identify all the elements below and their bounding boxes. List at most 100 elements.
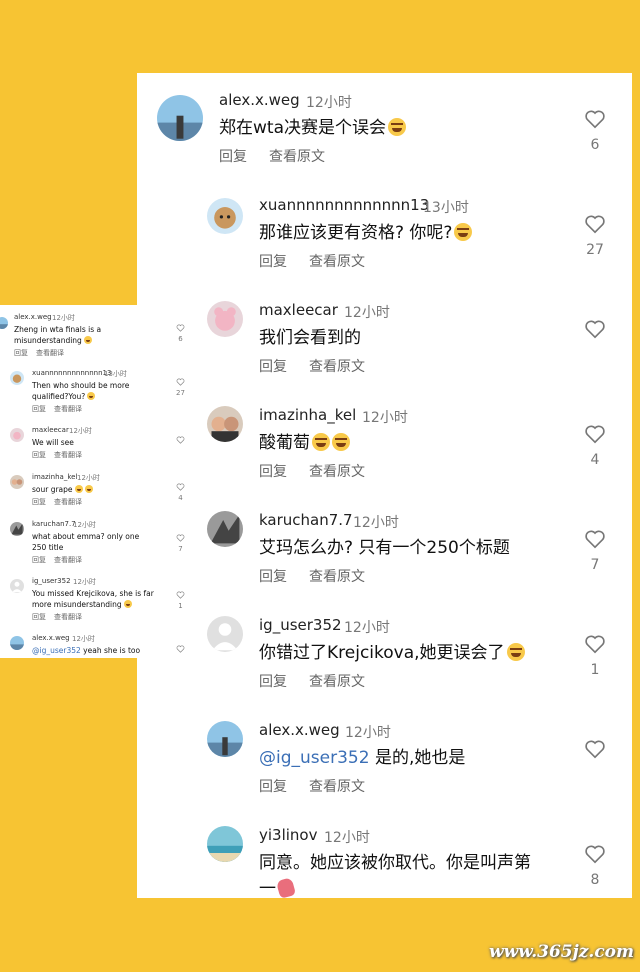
like-count: 4 — [178, 494, 183, 502]
comment-username[interactable]: maxleecar — [32, 426, 69, 434]
view-original-button[interactable]: 查看原文 — [309, 776, 365, 796]
avatar[interactable] — [207, 198, 243, 234]
reply-button[interactable]: 回复 — [219, 146, 247, 166]
heart-icon[interactable] — [584, 109, 606, 129]
nail-polish-emoji-icon — [275, 877, 297, 899]
view-original-button[interactable]: 查看原文 — [309, 461, 365, 481]
comment-text: 郑在wta决赛是个误会 — [219, 115, 406, 141]
view-original-button[interactable]: 查看原文 — [309, 671, 365, 691]
avatar[interactable] — [10, 522, 24, 536]
comment-time: 12小时 — [73, 521, 96, 529]
reply-button[interactable]: 回复 — [32, 555, 46, 565]
comment-username[interactable]: xuannnnnnnnnnnnn13 — [259, 196, 429, 214]
heart-icon[interactable] — [584, 319, 606, 339]
heart-icon[interactable] — [176, 645, 185, 653]
heart-icon[interactable] — [584, 214, 606, 234]
reply-button[interactable]: 回复 — [259, 251, 287, 271]
view-original-button[interactable]: 查看原文 — [269, 146, 325, 166]
translate-button[interactable]: 查看翻译 — [54, 450, 82, 460]
comment-time: 12小时 — [73, 578, 96, 586]
comment-text: @ig_user352 是的,她也是 — [259, 748, 466, 768]
reply-button[interactable]: 回复 — [14, 348, 28, 358]
avatar[interactable] — [207, 721, 243, 757]
rolling-laughing-emoji-icon — [454, 223, 473, 241]
comment-username[interactable]: alex.x.weg — [219, 91, 300, 109]
avatar[interactable] — [157, 95, 203, 141]
mention-link[interactable]: @ig_user352 — [32, 646, 81, 655]
comment-username[interactable]: ig_user352 — [259, 616, 342, 634]
reply-button[interactable]: 回复 — [32, 497, 46, 507]
comment-item: xuannnnnnnnnnnnn13 13小时 Then who should … — [0, 363, 192, 415]
translate-button[interactable]: 查看翻译 — [54, 404, 82, 414]
comment-username[interactable]: imazinha_kel — [259, 406, 356, 424]
reply-button[interactable]: 回复 — [259, 356, 287, 376]
translate-button[interactable]: 查看翻译 — [54, 497, 82, 507]
view-original-button[interactable]: 查看原文 — [309, 566, 365, 586]
like-count: 7 — [178, 545, 183, 553]
view-original-button[interactable]: 查看原文 — [309, 356, 365, 376]
avatar[interactable] — [207, 406, 243, 442]
avatar[interactable] — [10, 579, 24, 593]
mention-link[interactable]: @ig_user352 — [259, 748, 370, 768]
translate-button[interactable]: 查看翻译 — [36, 348, 64, 358]
heart-icon[interactable] — [584, 529, 606, 549]
reply-button[interactable]: 回复 — [32, 612, 46, 622]
avatar[interactable] — [10, 428, 24, 442]
avatar[interactable] — [207, 616, 243, 652]
comment-item: xuannnnnnnnnnnnn13 13小时 那谁应该更有资格? 你呢? 回复… — [137, 178, 632, 283]
comment-username[interactable]: yi3linov — [259, 826, 317, 844]
comment-text: 我们会看到的 — [259, 328, 361, 348]
comment-time: 12小时 — [344, 305, 390, 321]
comment-time: 12小时 — [362, 410, 408, 426]
comment-time: 13小时 — [423, 200, 469, 216]
heart-icon[interactable] — [176, 534, 185, 542]
comment-item: yi3linov 12小时 同意。她应该被你取代。你是叫声第一 8 — [137, 808, 632, 899]
heart-icon[interactable] — [176, 483, 185, 491]
comment-item: imazinha_kel 12小时 sour grape 回复 查看翻译 4 — [0, 467, 192, 513]
comment-time: 12小时 — [306, 95, 352, 111]
comment-username[interactable]: karuchan7.7 — [32, 520, 76, 528]
original-screenshot-panel: alex.x.weg 12小时 Zheng in wta finals is a… — [0, 305, 192, 658]
reply-button[interactable]: 回复 — [259, 671, 287, 691]
view-original-button[interactable]: 查看原文 — [309, 251, 365, 271]
heart-icon[interactable] — [176, 591, 185, 599]
heart-icon[interactable] — [584, 424, 606, 444]
reply-button[interactable]: 回复 — [32, 450, 46, 460]
heart-icon[interactable] — [584, 844, 606, 864]
like-count: 27 — [586, 242, 604, 258]
reply-button[interactable]: 回复 — [259, 776, 287, 796]
heart-icon[interactable] — [584, 739, 606, 759]
avatar[interactable] — [207, 511, 243, 547]
avatar[interactable] — [10, 475, 24, 489]
heart-icon[interactable] — [176, 324, 185, 332]
comment-username[interactable]: karuchan7.7 — [259, 511, 353, 529]
comment-text: We will see — [32, 438, 74, 447]
comment-time: 12小时 — [72, 635, 95, 643]
reply-button[interactable]: 回复 — [259, 566, 287, 586]
avatar[interactable] — [10, 371, 24, 385]
comment-text: 同意。她应该被你取代。你是叫声第一 — [259, 853, 531, 899]
watermark: www.365jz.com — [489, 942, 634, 962]
comment-username[interactable]: alex.x.weg — [259, 721, 340, 739]
avatar[interactable] — [207, 826, 243, 862]
heart-icon[interactable] — [584, 634, 606, 654]
comment-item: alex.x.weg 12小时 郑在wta决赛是个误会 回复 查看原文 6 — [137, 73, 632, 178]
reply-button[interactable]: 回复 — [32, 404, 46, 414]
comment-username[interactable]: imazinha_kel — [32, 473, 77, 481]
comment-username[interactable]: alex.x.weg — [14, 313, 52, 321]
avatar[interactable] — [10, 636, 24, 650]
comment-username[interactable]: ig_user352 — [32, 577, 71, 585]
translate-button[interactable]: 查看翻译 — [54, 612, 82, 622]
comment-username[interactable]: maxleecar — [259, 301, 338, 319]
translate-button[interactable]: 查看翻译 — [54, 555, 82, 565]
avatar[interactable] — [207, 301, 243, 337]
like-count: 4 — [590, 452, 600, 468]
avatar[interactable] — [0, 317, 8, 329]
tears-of-joy-emoji-icon — [506, 643, 525, 661]
comments-panel: alex.x.weg 12小时 郑在wta决赛是个误会 回复 查看原文 6 xu… — [137, 73, 632, 899]
comment-username[interactable]: xuannnnnnnnnnnnn13 — [32, 369, 111, 377]
heart-icon[interactable] — [176, 378, 185, 386]
heart-icon[interactable] — [176, 436, 185, 444]
comment-username[interactable]: alex.x.weg — [32, 634, 70, 642]
reply-button[interactable]: 回复 — [259, 461, 287, 481]
